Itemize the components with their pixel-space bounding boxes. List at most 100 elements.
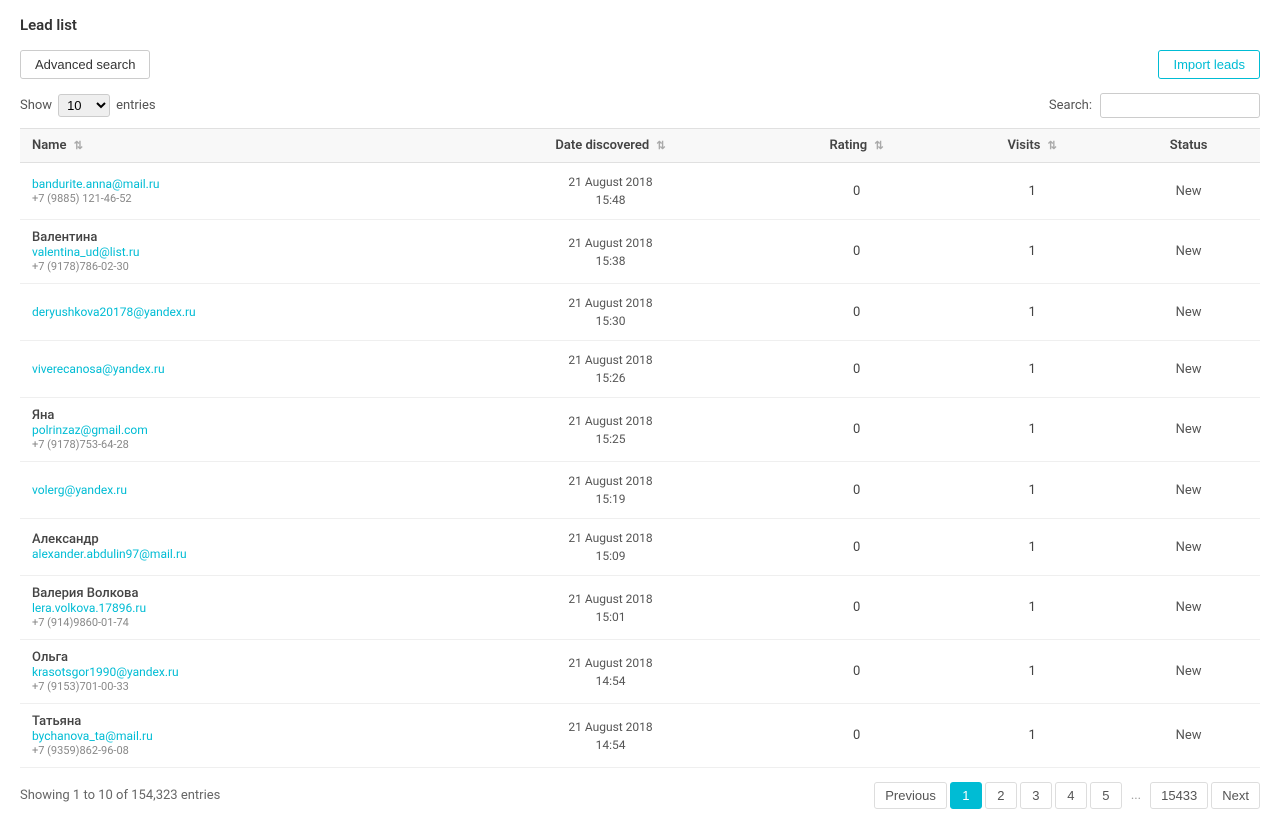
lead-email[interactable]: bandurite.anna@mail.ru xyxy=(32,177,160,191)
lead-name-cell: deryushkova20178@yandex.ru xyxy=(20,284,455,341)
lead-email[interactable]: lera.volkova.17896.ru xyxy=(32,601,146,615)
lead-rating: 0 xyxy=(853,600,860,615)
table-header-row: Name ⇅ Date discovered ⇅ Rating ⇅ Visits… xyxy=(20,129,1260,163)
page-title: Lead list xyxy=(20,16,1260,34)
lead-date: 21 August 2018 xyxy=(568,720,652,734)
table-row[interactable]: Александрalexander.abdulin97@mail.ru 21 A… xyxy=(20,519,1260,576)
lead-time: 15:38 xyxy=(596,254,626,268)
lead-phone: +7 (9178)786-02-30 xyxy=(32,260,443,273)
lead-status: New xyxy=(1176,184,1202,199)
lead-email[interactable]: krasotsgor1990@yandex.ru xyxy=(32,665,179,679)
page-1-button[interactable]: 1 xyxy=(950,782,982,809)
col-name[interactable]: Name ⇅ xyxy=(20,129,455,163)
table-row[interactable]: Янаpolrinzaz@gmail.com+7 (9178)753-64-28… xyxy=(20,398,1260,462)
lead-name: Александр xyxy=(32,532,443,547)
lead-phone: +7 (9359)862-96-08 xyxy=(32,744,443,757)
lead-date-cell: 21 August 201814:54 xyxy=(455,704,766,768)
lead-visits: 1 xyxy=(1029,664,1036,679)
page-4-button[interactable]: 4 xyxy=(1055,782,1087,809)
table-row[interactable]: viverecanosa@yandex.ru 21 August 201815:2… xyxy=(20,341,1260,398)
lead-date: 21 August 2018 xyxy=(568,474,652,488)
lead-status-cell: New xyxy=(1117,220,1260,284)
lead-name-cell: viverecanosa@yandex.ru xyxy=(20,341,455,398)
show-label: Show xyxy=(20,98,52,113)
lead-date-cell: 21 August 201814:54 xyxy=(455,640,766,704)
lead-name-cell: Валерия Волковаlera.volkova.17896.ru+7 (… xyxy=(20,576,455,640)
lead-status-cell: New xyxy=(1117,704,1260,768)
lead-status: New xyxy=(1176,483,1202,498)
lead-name-cell: bandurite.anna@mail.ru+7 (9885) 121-46-5… xyxy=(20,163,455,220)
lead-phone: +7 (9153)701-00-33 xyxy=(32,680,443,693)
col-status: Status xyxy=(1117,129,1260,163)
lead-status: New xyxy=(1176,362,1202,377)
lead-date: 21 August 2018 xyxy=(568,531,652,545)
col-visits[interactable]: Visits ⇅ xyxy=(947,129,1117,163)
lead-status: New xyxy=(1176,540,1202,555)
table-row[interactable]: Татьянаbychanova_ta@mail.ru+7 (9359)862-… xyxy=(20,704,1260,768)
lead-time: 15:26 xyxy=(596,371,626,385)
lead-rating-cell: 0 xyxy=(766,576,947,640)
lead-name: Валентина xyxy=(32,230,443,245)
lead-rating-cell: 0 xyxy=(766,462,947,519)
lead-visits: 1 xyxy=(1029,244,1036,259)
lead-visits: 1 xyxy=(1029,540,1036,555)
lead-date-cell: 21 August 201815:25 xyxy=(455,398,766,462)
table-row[interactable]: deryushkova20178@yandex.ru 21 August 2018… xyxy=(20,284,1260,341)
lead-date-cell: 21 August 201815:26 xyxy=(455,341,766,398)
table-row[interactable]: Валерия Волковаlera.volkova.17896.ru+7 (… xyxy=(20,576,1260,640)
lead-email[interactable]: bychanova_ta@mail.ru xyxy=(32,729,153,743)
table-row[interactable]: Ольгаkrasotsgor1990@yandex.ru+7 (9153)70… xyxy=(20,640,1260,704)
lead-name: Валерия Волкова xyxy=(32,586,443,601)
search-input[interactable] xyxy=(1100,93,1260,118)
search-label: Search: xyxy=(1049,98,1092,113)
toolbar: Advanced search Import leads xyxy=(20,50,1260,79)
lead-phone: +7 (9178)753-64-28 xyxy=(32,438,443,451)
col-rating[interactable]: Rating ⇅ xyxy=(766,129,947,163)
page-3-button[interactable]: 3 xyxy=(1020,782,1052,809)
show-entries-control: Show 10 25 50 100 entries xyxy=(20,94,156,117)
table-row[interactable]: bandurite.anna@mail.ru+7 (9885) 121-46-5… xyxy=(20,163,1260,220)
lead-status-cell: New xyxy=(1117,462,1260,519)
lead-visits: 1 xyxy=(1029,362,1036,377)
lead-rating-cell: 0 xyxy=(766,220,947,284)
lead-email[interactable]: valentina_ud@list.ru xyxy=(32,245,140,259)
import-leads-button[interactable]: Import leads xyxy=(1158,50,1260,79)
pagination-dots: ... xyxy=(1125,783,1147,808)
page-2-button[interactable]: 2 xyxy=(985,782,1017,809)
lead-phone: +7 (9885) 121-46-52 xyxy=(32,192,443,205)
lead-email[interactable]: polrinzaz@gmail.com xyxy=(32,423,148,437)
lead-name-cell: volerg@yandex.ru xyxy=(20,462,455,519)
lead-time: 15:48 xyxy=(596,193,626,207)
lead-visits-cell: 1 xyxy=(947,284,1117,341)
lead-visits: 1 xyxy=(1029,600,1036,615)
lead-email[interactable]: viverecanosa@yandex.ru xyxy=(32,362,165,376)
lead-email[interactable]: deryushkova20178@yandex.ru xyxy=(32,305,196,319)
lead-status-cell: New xyxy=(1117,576,1260,640)
showing-text: Showing 1 to 10 of 154,323 entries xyxy=(20,788,220,803)
lead-email[interactable]: alexander.abdulin97@mail.ru xyxy=(32,547,187,561)
lead-visits: 1 xyxy=(1029,422,1036,437)
lead-date-cell: 21 August 201815:30 xyxy=(455,284,766,341)
lead-visits-cell: 1 xyxy=(947,163,1117,220)
sort-icon-rating: ⇅ xyxy=(874,139,883,152)
lead-status-cell: New xyxy=(1117,640,1260,704)
lead-rating: 0 xyxy=(853,483,860,498)
lead-date: 21 August 2018 xyxy=(568,656,652,670)
entries-per-page-select[interactable]: 10 25 50 100 xyxy=(58,94,110,117)
page-5-button[interactable]: 5 xyxy=(1090,782,1122,809)
advanced-search-button[interactable]: Advanced search xyxy=(20,50,150,79)
previous-page-button[interactable]: Previous xyxy=(874,782,947,809)
table-row[interactable]: volerg@yandex.ru21 August 201815:1901New xyxy=(20,462,1260,519)
table-row[interactable]: Валентинаvalentina_ud@list.ru+7 (9178)78… xyxy=(20,220,1260,284)
lead-email[interactable]: volerg@yandex.ru xyxy=(32,483,127,497)
last-page-button[interactable]: 15433 xyxy=(1150,782,1208,809)
next-page-button[interactable]: Next xyxy=(1211,782,1260,809)
lead-rating: 0 xyxy=(853,664,860,679)
lead-rating-cell: 0 xyxy=(766,341,947,398)
lead-visits: 1 xyxy=(1029,483,1036,498)
lead-status: New xyxy=(1176,600,1202,615)
lead-rating-cell: 0 xyxy=(766,284,947,341)
col-date-discovered[interactable]: Date discovered ⇅ xyxy=(455,129,766,163)
lead-name: Ольга xyxy=(32,650,443,665)
sort-icon-visits: ⇅ xyxy=(1048,139,1057,152)
